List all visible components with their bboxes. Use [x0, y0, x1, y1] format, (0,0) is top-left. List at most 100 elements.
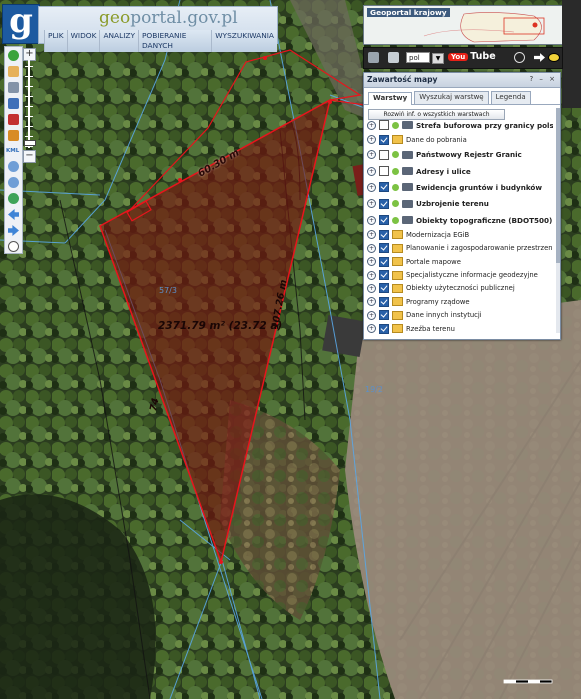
area-select-icon[interactable]: [8, 114, 19, 125]
layer-row[interactable]: + Portale mapowe: [367, 255, 553, 268]
layer-row[interactable]: + Dane do pobrania: [367, 133, 553, 146]
expand-icon[interactable]: +: [367, 166, 376, 176]
layer-label: Uzbrojenie terenu: [416, 199, 489, 209]
expand-icon[interactable]: +: [367, 297, 376, 307]
layer-row[interactable]: + Obiekty użyteczności publicznej: [367, 282, 553, 295]
info-icon[interactable]: [8, 50, 19, 61]
layer-checkbox[interactable]: [379, 283, 389, 294]
status-dot-icon: [392, 216, 399, 224]
overview-map[interactable]: Geoportal krajowy: [363, 5, 563, 45]
layer-row[interactable]: + Państwowy Rejestr Granic: [367, 147, 553, 163]
geoportal-logo[interactable]: g: [2, 4, 40, 44]
right-edge-panel: [562, 0, 581, 70]
layer-checkbox[interactable]: [379, 270, 389, 281]
tab-wyszukaj-warstwe[interactable]: Wyszukaj warstwę: [414, 91, 489, 104]
layer-label: Planowanie i zagospodarowanie przestrzen…: [406, 244, 553, 253]
printer-icon[interactable]: [388, 52, 399, 63]
layer-row[interactable]: + Rzeźba terenu: [367, 322, 553, 335]
tab-warstwy[interactable]: Warstwy: [368, 92, 413, 105]
layer-row[interactable]: + Specjalistyczne informacje geodezyjne: [367, 268, 553, 281]
layer-checkbox[interactable]: [379, 229, 389, 240]
print-icon[interactable]: [368, 52, 379, 63]
status-dot-icon: [392, 151, 399, 159]
layer-row[interactable]: + Planowanie i zagospodarowanie przestrze…: [367, 242, 553, 255]
folder-icon: [392, 257, 403, 267]
chevron-down-icon[interactable]: ▼: [432, 53, 444, 64]
zoom-in-tool-icon[interactable]: [8, 161, 19, 172]
menu-wyszukiwania[interactable]: WYSZUKIWANIA: [211, 30, 277, 52]
layers-icon[interactable]: [8, 82, 19, 93]
back-icon[interactable]: [8, 209, 19, 220]
expand-icon[interactable]: +: [367, 243, 376, 253]
layer-row[interactable]: + Strefa buforowa przy granicy polsko-bia…: [367, 117, 553, 133]
layer-row[interactable]: + Uzbrojenie terenu: [367, 196, 553, 212]
expand-icon[interactable]: +: [367, 270, 376, 280]
panel-tabs: Warstwy Wyszukaj warstwę Legenda: [364, 91, 560, 105]
expand-icon[interactable]: +: [367, 150, 376, 160]
menu-pobieranie-danych[interactable]: POBIERANIE DANYCH: [137, 30, 212, 52]
layer-checkbox[interactable]: [379, 149, 389, 160]
language-select[interactable]: pol: [406, 52, 430, 63]
expand-icon[interactable]: +: [367, 324, 376, 334]
zoom-out-button[interactable]: −: [23, 150, 36, 163]
layer-scrollbar[interactable]: [556, 108, 560, 333]
zoom-out-tool-icon[interactable]: [8, 177, 19, 188]
layer-checkbox[interactable]: [379, 134, 389, 145]
brand-title: geoportal.gov.pl: [99, 8, 238, 28]
layer-checkbox[interactable]: [379, 215, 389, 226]
layer-label: Adresy i ulice: [416, 166, 471, 176]
arrow-right-icon[interactable]: [534, 53, 545, 62]
layer-checkbox[interactable]: [379, 182, 389, 193]
status-dot-icon: [392, 200, 399, 208]
layer-row[interactable]: + Dane innych instytucji: [367, 309, 553, 322]
panel-window-controls[interactable]: ? – ×: [529, 75, 557, 83]
layer-row[interactable]: + Modernizacja EGiB: [367, 228, 553, 241]
layer-row[interactable]: + Adresy i ulice: [367, 163, 553, 179]
menu-analizy[interactable]: ANALIZY: [99, 30, 138, 52]
logo-letter: g: [9, 1, 33, 41]
layer-checkbox[interactable]: [379, 296, 389, 307]
scrollbar-thumb[interactable]: [556, 108, 560, 263]
layer-row[interactable]: + Ewidencja gruntów i budynków: [367, 179, 553, 195]
layer-checkbox[interactable]: [379, 323, 389, 334]
pencil-icon[interactable]: [8, 130, 19, 141]
select-icon[interactable]: [8, 98, 19, 109]
expand-icon[interactable]: +: [367, 199, 376, 209]
expand-icon[interactable]: +: [367, 310, 376, 320]
layer-row[interactable]: + Obiekty topograficzne (BDOT500): [367, 212, 553, 228]
expand-icon[interactable]: +: [367, 120, 376, 130]
hand-icon[interactable]: [8, 66, 19, 77]
kml-icon[interactable]: KML: [6, 148, 19, 154]
menu-widok[interactable]: WIDOK: [66, 30, 100, 52]
expand-icon[interactable]: +: [367, 182, 376, 192]
layer-row[interactable]: +Morfologia przestrzenna danych: [367, 335, 553, 337]
zoom-slider-track[interactable]: [28, 60, 30, 148]
expand-icon[interactable]: +: [367, 257, 376, 267]
zoom-slider-handle[interactable]: [24, 140, 36, 146]
youtube-link[interactable]: You Tube: [448, 51, 496, 62]
layer-checkbox[interactable]: [379, 256, 389, 267]
brand-suffix: portal.gov.pl: [130, 8, 238, 28]
zoom-control: + −: [23, 46, 36, 163]
parcel-number: 57/3: [159, 286, 177, 295]
full-extent-icon[interactable]: [8, 241, 19, 252]
layer-checkbox[interactable]: [379, 198, 389, 209]
gear-icon[interactable]: [514, 52, 525, 63]
expand-icon[interactable]: +: [367, 230, 376, 240]
status-dot-icon: [392, 121, 399, 129]
layer-checkbox[interactable]: [379, 243, 389, 254]
expand-icon[interactable]: +: [367, 283, 376, 293]
globe-icon[interactable]: [8, 193, 19, 204]
expand-icon[interactable]: +: [367, 215, 376, 225]
expand-icon[interactable]: +: [367, 135, 376, 145]
brand-prefix: geo: [99, 8, 131, 28]
layer-row[interactable]: + Programy rządowe: [367, 295, 553, 308]
menu-plik[interactable]: PLIK: [44, 30, 67, 52]
layer-checkbox[interactable]: [379, 310, 389, 321]
map-contents-panel: Zawartość mapy ? – × Warstwy Wyszukaj wa…: [363, 72, 561, 340]
eye-icon[interactable]: [548, 53, 560, 62]
tab-legenda[interactable]: Legenda: [490, 91, 531, 104]
layer-checkbox[interactable]: [379, 120, 389, 131]
forward-icon[interactable]: [8, 225, 19, 236]
layer-checkbox[interactable]: [379, 166, 389, 177]
